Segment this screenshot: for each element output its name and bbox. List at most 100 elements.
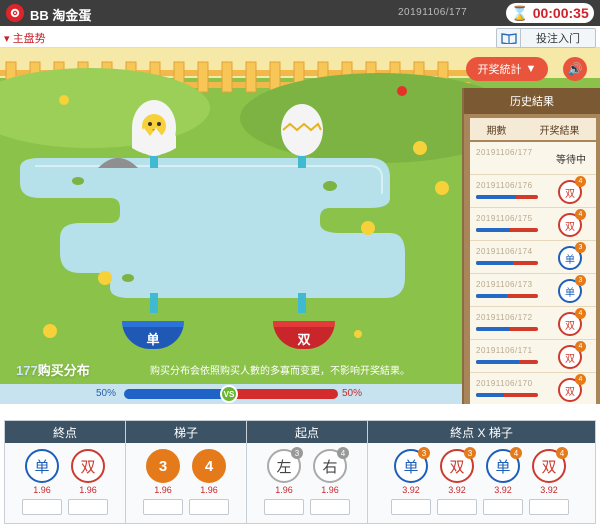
- odds: 1.96: [275, 485, 293, 495]
- history-issue: 20191106/170: [476, 379, 533, 388]
- round-number: 20191106/177: [398, 7, 468, 18]
- history-result-badge: 双4: [558, 374, 586, 402]
- amount-input[interactable]: [529, 499, 569, 515]
- bet-panel: 終点 梯子 起点 終点 X 梯子 单 1.96 双 1.96 3 1.96 4 …: [4, 420, 596, 524]
- bet-chip[interactable]: 右4: [313, 447, 349, 483]
- bet-option-combo-even-4[interactable]: 双4 3.92: [526, 447, 572, 515]
- pct-left: 50%: [96, 388, 117, 399]
- ladder-badge: 4: [575, 308, 586, 319]
- amount-input[interactable]: [437, 499, 477, 515]
- egg-right: [281, 104, 323, 156]
- history-status: 等待中: [556, 155, 586, 166]
- badge: 3: [464, 447, 476, 459]
- history-result-badge: 双4: [558, 209, 586, 237]
- bet-chip[interactable]: 单3: [394, 447, 430, 483]
- history-row: 20191106/171 双 4: [470, 340, 596, 373]
- bet-option-odd[interactable]: 单 1.96: [19, 449, 65, 515]
- bet-option-combo-odd-4[interactable]: 单4 3.92: [480, 447, 526, 515]
- bar-odd: [124, 389, 232, 399]
- history-result-badge: 双4: [558, 308, 586, 336]
- countdown-timer: ⌛ 00:00:35: [506, 3, 594, 23]
- timer-value: 00:00:35: [532, 5, 589, 21]
- guide-label: 投注入门: [536, 33, 580, 45]
- bet-option-right[interactable]: 右4 1.96: [307, 447, 353, 515]
- egg-left: [132, 100, 176, 156]
- badge: 4: [510, 447, 522, 459]
- bet-chip[interactable]: 左3: [267, 447, 303, 483]
- stats-button[interactable]: 开奖統計 ▼: [466, 57, 548, 81]
- bet-chip[interactable]: 单4: [486, 447, 522, 483]
- gear-icon[interactable]: [6, 4, 24, 22]
- ladder-badge: 4: [575, 374, 586, 385]
- history-ratio-bar: [476, 294, 538, 298]
- history-row: 20191106/176 双 4: [470, 175, 596, 208]
- odds: 1.96: [33, 485, 51, 495]
- bet-chip[interactable]: 3: [146, 449, 180, 483]
- section-title: 終点 X 梯子: [368, 421, 595, 443]
- dist-count: 177: [16, 363, 38, 378]
- history-ratio-bar: [476, 195, 538, 199]
- ladder-badge: 3: [575, 242, 586, 253]
- bet-option-even[interactable]: 双 1.96: [65, 449, 111, 515]
- trend-dropdown[interactable]: ▾ 主盘势: [4, 30, 46, 46]
- history-issue: 20191106/176: [476, 181, 533, 190]
- game-scene: 开奖統計 ▼ 🔊 单 双 历史結果 期數 开奖結果 20191106/177 等待…: [0, 48, 600, 404]
- bar-even: [232, 389, 338, 399]
- sound-icon[interactable]: 🔊: [563, 57, 587, 81]
- bet-chip[interactable]: 单: [25, 449, 59, 483]
- history-row: 20191106/170 双 4: [470, 373, 596, 404]
- dist-title: 购买分布: [37, 363, 90, 378]
- amount-input[interactable]: [189, 499, 229, 515]
- amount-input[interactable]: [68, 499, 108, 515]
- history-ratio-bar: [476, 261, 538, 265]
- ladder-badge: 3: [575, 275, 586, 286]
- bet-option-combo-even-3[interactable]: 双3 3.92: [434, 447, 480, 515]
- badge: 3: [418, 447, 430, 459]
- history-row: 20191106/177 等待中: [470, 142, 596, 175]
- amount-input[interactable]: [310, 499, 350, 515]
- guide-button[interactable]: 投注入门: [496, 28, 596, 48]
- pct-right: 50%: [342, 388, 363, 399]
- bet-chip[interactable]: 双3: [440, 447, 476, 483]
- bet-option-combo-odd-3[interactable]: 单3 3.92: [388, 447, 434, 515]
- col-result: 开奖結果: [539, 125, 580, 137]
- history-issue: 20191106/173: [476, 280, 533, 289]
- amount-input[interactable]: [143, 499, 183, 515]
- odds: 3.92: [494, 485, 512, 495]
- history-ratio-bar: [476, 393, 538, 397]
- section-title: 終点: [5, 421, 125, 443]
- amount-input[interactable]: [264, 499, 304, 515]
- badge: 4: [337, 447, 349, 459]
- ladder-badge: 4: [575, 176, 586, 187]
- book-icon: [497, 29, 521, 47]
- bet-option-left[interactable]: 左3 1.96: [261, 447, 307, 515]
- history-issue: 20191106/171: [476, 346, 533, 355]
- bet-chip[interactable]: 双: [71, 449, 105, 483]
- amount-input[interactable]: [483, 499, 523, 515]
- history-list[interactable]: 20191106/177 等待中 20191106/176 双 4 20191106/17…: [470, 142, 596, 404]
- vs-badge: VS: [220, 385, 238, 403]
- history-row: 20191106/175 双 4: [470, 208, 596, 241]
- bet-chip[interactable]: 双4: [532, 447, 568, 483]
- stats-label: 开奖統計: [477, 64, 522, 76]
- history-issue: 20191106/177: [476, 148, 533, 157]
- col-issue: 期數: [486, 125, 507, 137]
- history-title: 历史結果: [464, 88, 600, 114]
- odds: 1.96: [79, 485, 97, 495]
- bet-chip[interactable]: 4: [192, 449, 226, 483]
- hourglass-icon: ⌛: [511, 4, 529, 21]
- history-ratio-bar: [476, 360, 538, 364]
- history-issue: 20191106/175: [476, 214, 533, 223]
- history-row: 20191106/174 单 3: [470, 241, 596, 274]
- section-title: 梯子: [126, 421, 246, 443]
- history-result-badge: 双4: [558, 176, 586, 204]
- odds: 1.96: [200, 485, 218, 495]
- bet-option-ladder-4[interactable]: 4 1.96: [186, 449, 232, 515]
- history-result-badge: 双4: [558, 341, 586, 369]
- ladder-badge: 4: [575, 341, 586, 352]
- trend-label: 主盘势: [12, 33, 46, 45]
- amount-input[interactable]: [22, 499, 62, 515]
- amount-input[interactable]: [391, 499, 431, 515]
- bet-option-ladder-3[interactable]: 3 1.96: [140, 449, 186, 515]
- ladder-badge: 4: [575, 209, 586, 220]
